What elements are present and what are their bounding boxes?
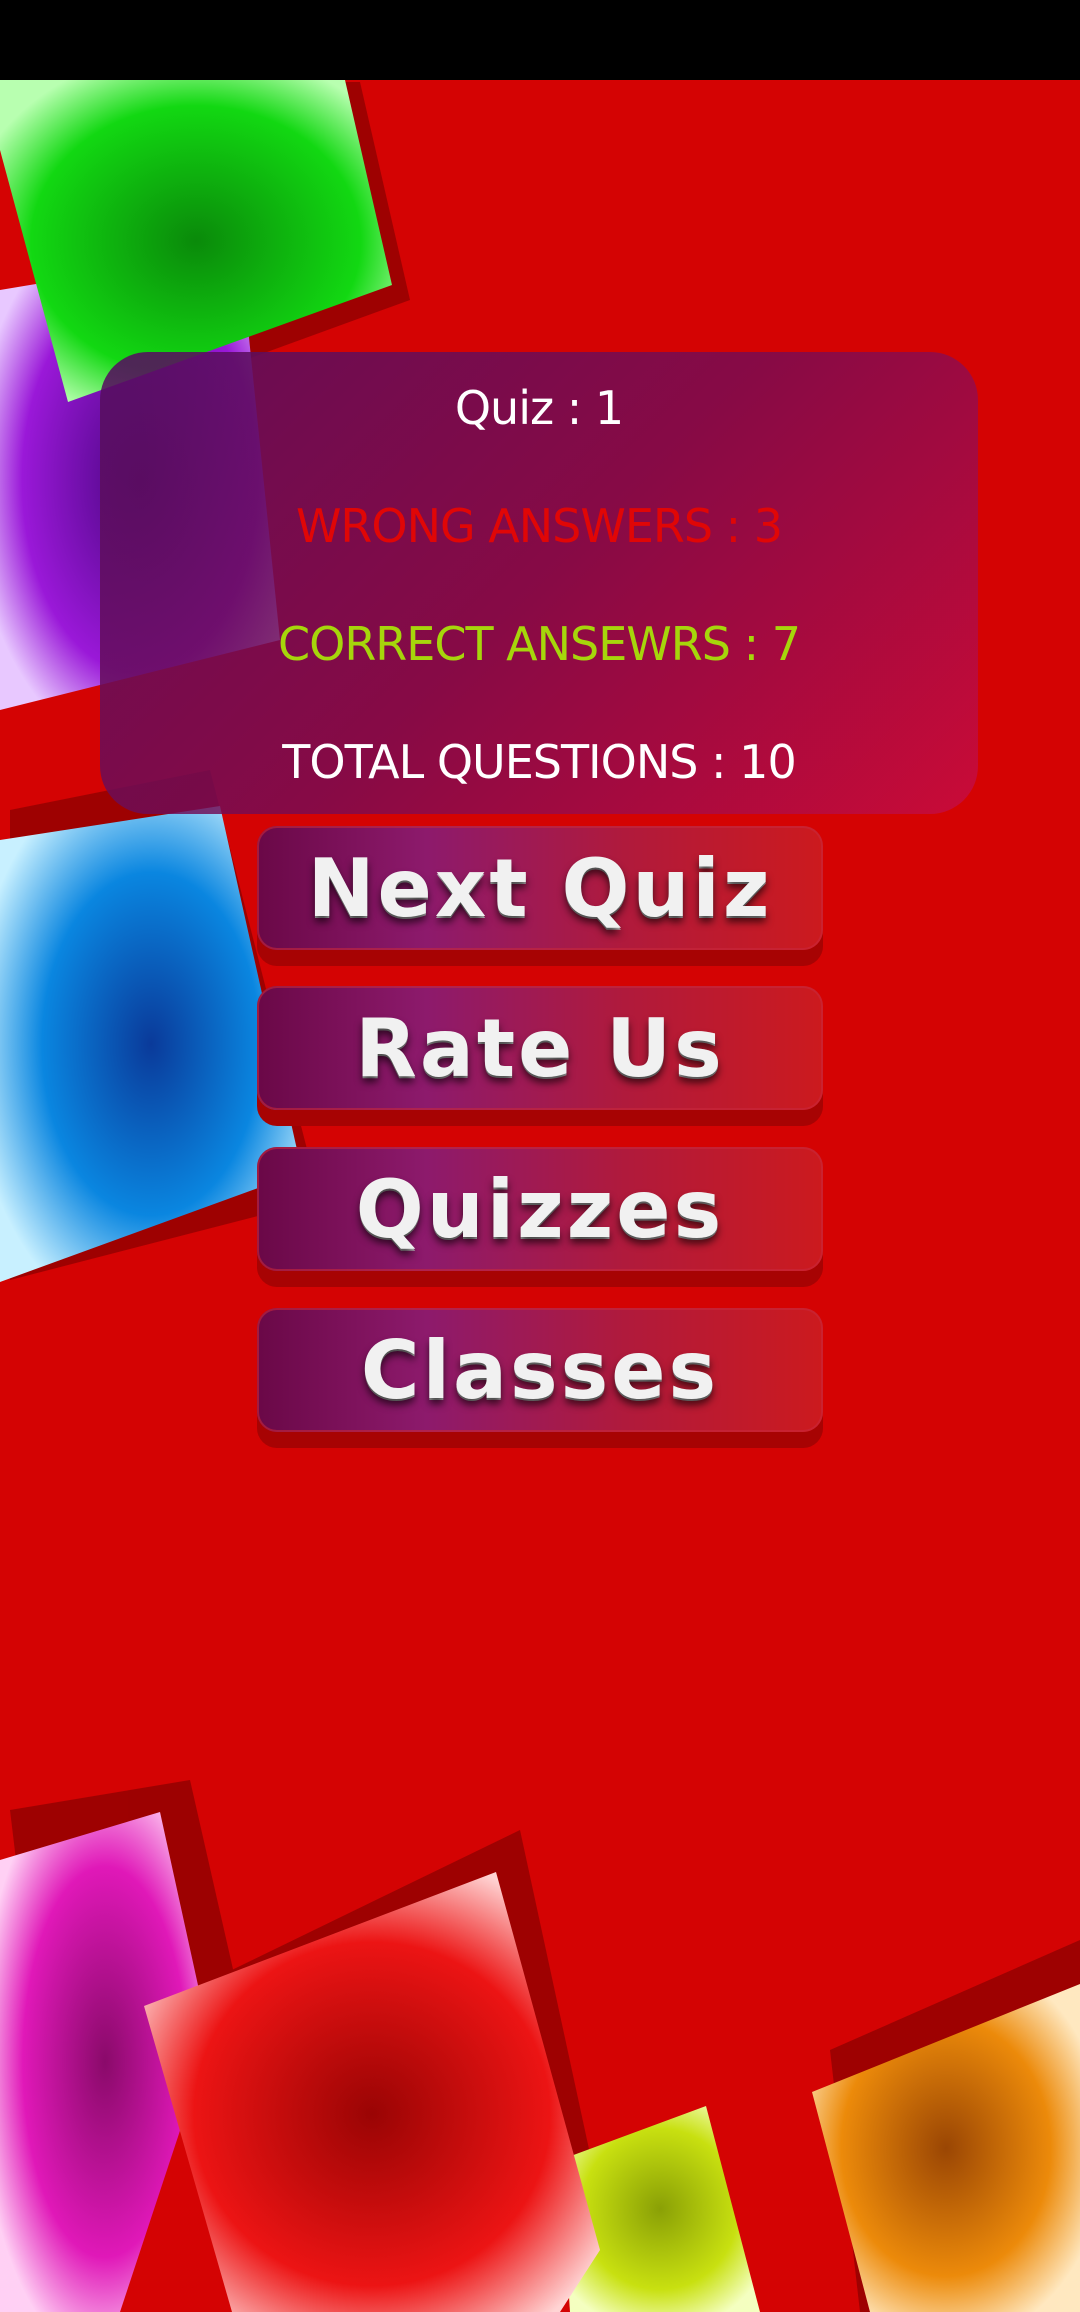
total-questions-count: TOTAL QUESTIONS : 10 <box>282 735 796 789</box>
lime-tile <box>560 2106 760 2312</box>
rate-us-button[interactable]: Rate Us <box>257 986 823 1110</box>
correct-answers-count: CORRECT ANSEWRS : 7 <box>278 617 801 671</box>
score-panel: Quiz : 1 WRONG ANSWERS : 3 CORRECT ANSEW… <box>100 352 978 814</box>
quizzes-label: Quizzes <box>355 1162 725 1256</box>
rate-us-label: Rate Us <box>355 1001 725 1095</box>
quizzes-button[interactable]: Quizzes <box>257 1147 823 1271</box>
next-quiz-label: Next Quiz <box>307 841 773 935</box>
quiz-title: Quiz : 1 <box>454 381 624 435</box>
status-bar <box>0 0 1080 80</box>
classes-label: Classes <box>360 1323 720 1417</box>
next-quiz-button[interactable]: Next Quiz <box>257 826 823 950</box>
classes-button[interactable]: Classes <box>257 1308 823 1432</box>
wrong-answers-count: WRONG ANSWERS : 3 <box>295 499 783 553</box>
